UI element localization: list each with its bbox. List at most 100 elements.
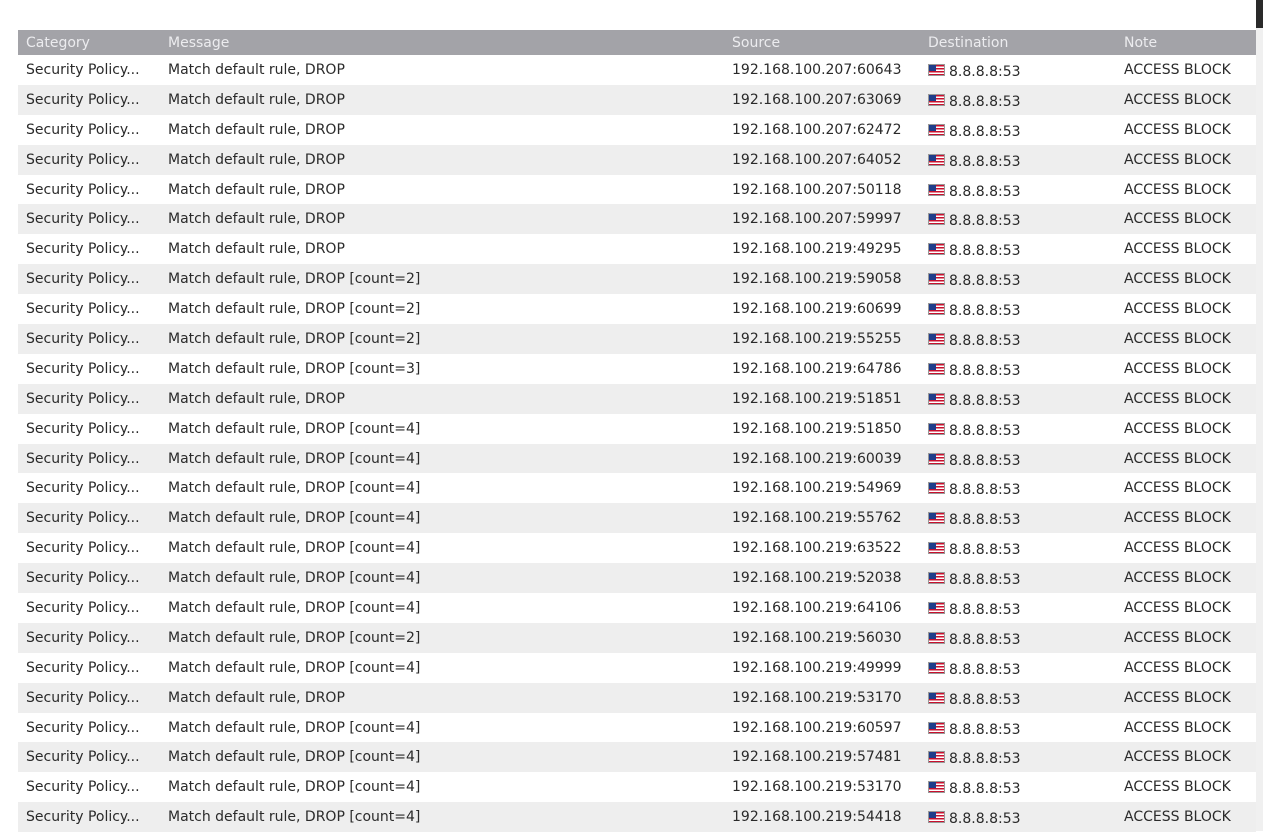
cell-message: Match default rule, DROP: [168, 390, 345, 407]
cell-destination: 8.8.8.8:53: [928, 809, 1124, 825]
column-header-note[interactable]: Note: [1124, 35, 1256, 51]
cell-source: 192.168.100.207:60643: [732, 61, 902, 78]
table-row[interactable]: Security Policy... Match default rule, DR…: [18, 772, 1256, 803]
cell-source: 192.168.100.207:62472: [732, 121, 902, 138]
cell-source: 192.168.100.207:63069: [732, 91, 902, 108]
cell-message: Match default rule, DROP [count=4]: [168, 809, 421, 826]
cell-source: 192.168.100.219:63522: [732, 540, 902, 557]
column-header-message[interactable]: Message: [166, 35, 732, 51]
cell-destination: 8.8.8.8:53: [928, 480, 1124, 496]
cell-message: Match default rule, DROP [count=2]: [168, 301, 421, 318]
table-row[interactable]: Security Policy... Match default rule, DR…: [18, 324, 1256, 354]
table-row[interactable]: Security Policy... Match default rule, DR…: [18, 652, 1256, 683]
cell-destination: 8.8.8.8:53: [928, 421, 1124, 437]
destination-address: 8.8.8.8:53: [949, 781, 1021, 796]
cell-destination: 8.8.8.8:53: [928, 570, 1124, 586]
cell-message: Match default rule, DROP [count=4]: [168, 570, 421, 587]
cell-note: ACCESS BLOCK: [1124, 779, 1231, 796]
cell-source: 192.168.100.219:59058: [732, 271, 902, 288]
cell-message: Match default rule, DROP [count=4]: [168, 450, 421, 467]
cell-category: Security Policy...: [26, 570, 140, 587]
table-row[interactable]: Security Policy... Match default rule, DR…: [18, 294, 1256, 325]
cell-destination: 8.8.8.8:53: [928, 779, 1124, 795]
table-row[interactable]: Security Policy... Match default rule, DR…: [18, 443, 1256, 474]
cell-source: 192.168.100.219:64786: [732, 360, 902, 377]
cell-category: Security Policy...: [26, 181, 140, 198]
us-flag-icon: [928, 512, 945, 525]
table-row[interactable]: Security Policy... Match default rule, DR…: [18, 383, 1256, 414]
column-header-destination[interactable]: Destination: [928, 35, 1124, 51]
cell-destination: 8.8.8.8:53: [928, 271, 1124, 287]
table-row[interactable]: Security Policy... Match default rule, DR…: [18, 503, 1256, 534]
us-flag-icon: [928, 273, 945, 286]
table-row[interactable]: Security Policy... Match default rule, DR…: [18, 55, 1256, 85]
column-header-category[interactable]: Category: [18, 35, 166, 51]
us-flag-icon: [928, 661, 945, 674]
us-flag-icon: [928, 153, 945, 166]
cell-destination: 8.8.8.8:53: [928, 62, 1124, 78]
table-row[interactable]: Security Policy... Match default rule, DR…: [18, 84, 1256, 115]
destination-address: 8.8.8.8:53: [949, 631, 1021, 646]
cell-category: Security Policy...: [26, 211, 140, 228]
destination-address: 8.8.8.8:53: [949, 482, 1021, 497]
cell-source: 192.168.100.219:54969: [732, 480, 902, 497]
cell-note: ACCESS BLOCK: [1124, 659, 1231, 676]
table-row[interactable]: Security Policy... Match default rule, DR…: [18, 622, 1256, 653]
cell-source: 192.168.100.219:49295: [732, 241, 902, 258]
destination-address: 8.8.8.8:53: [949, 392, 1021, 407]
table-row[interactable]: Security Policy... Match default rule, DR…: [18, 473, 1256, 504]
top-bar: [0, 0, 1263, 30]
us-flag-icon: [928, 303, 945, 316]
cell-message: Match default rule, DROP [count=2]: [168, 330, 421, 347]
us-flag-icon: [928, 631, 945, 644]
table-row[interactable]: Security Policy... Match default rule, DR…: [18, 114, 1256, 145]
table-row[interactable]: Security Policy... Match default rule, DR…: [18, 712, 1256, 743]
table-row[interactable]: Security Policy... Match default rule, DR…: [18, 234, 1256, 265]
cell-category: Security Policy...: [26, 330, 140, 347]
us-flag-icon: [928, 332, 945, 345]
destination-address: 8.8.8.8:53: [949, 512, 1021, 527]
cell-message: Match default rule, DROP [count=4]: [168, 719, 421, 736]
cell-message: Match default rule, DROP: [168, 689, 345, 706]
cell-source: 192.168.100.219:52038: [732, 570, 902, 587]
vertical-scrollbar[interactable]: [1256, 0, 1263, 831]
scrollbar-thumb[interactable]: [1256, 0, 1263, 28]
destination-address: 8.8.8.8:53: [949, 661, 1021, 676]
table-row[interactable]: Security Policy... Match default rule, DR…: [18, 413, 1256, 444]
cell-note: ACCESS BLOCK: [1124, 420, 1231, 437]
cell-message: Match default rule, DROP: [168, 121, 345, 138]
destination-address: 8.8.8.8:53: [949, 183, 1021, 198]
column-header-source[interactable]: Source: [732, 35, 928, 51]
destination-address: 8.8.8.8:53: [949, 721, 1021, 736]
cell-note: ACCESS BLOCK: [1124, 301, 1231, 318]
table-row[interactable]: Security Policy... Match default rule, DR…: [18, 533, 1256, 564]
table-row[interactable]: Security Policy... Match default rule, DR…: [18, 802, 1256, 832]
table-row[interactable]: Security Policy... Match default rule, DR…: [18, 204, 1256, 235]
cell-note: ACCESS BLOCK: [1124, 599, 1231, 616]
table-row[interactable]: Security Policy... Match default rule, DR…: [18, 742, 1256, 773]
table-row[interactable]: Security Policy... Match default rule, DR…: [18, 353, 1256, 384]
us-flag-icon: [928, 123, 945, 136]
cell-category: Security Policy...: [26, 480, 140, 497]
destination-address: 8.8.8.8:53: [949, 213, 1021, 228]
cell-category: Security Policy...: [26, 121, 140, 138]
cell-category: Security Policy...: [26, 779, 140, 796]
cell-source: 192.168.100.219:60597: [732, 719, 902, 736]
destination-address: 8.8.8.8:53: [949, 572, 1021, 587]
cell-category: Security Policy...: [26, 629, 140, 646]
table-row[interactable]: Security Policy... Match default rule, DR…: [18, 174, 1256, 205]
table-row[interactable]: Security Policy... Match default rule, DR…: [18, 682, 1256, 713]
cell-source: 192.168.100.219:55762: [732, 510, 902, 527]
table-row[interactable]: Security Policy... Match default rule, DR…: [18, 593, 1256, 623]
cell-message: Match default rule, DROP [count=2]: [168, 629, 421, 646]
table-row[interactable]: Security Policy... Match default rule, DR…: [18, 563, 1256, 594]
cell-message: Match default rule, DROP [count=4]: [168, 779, 421, 796]
cell-category: Security Policy...: [26, 659, 140, 676]
cell-message: Match default rule, DROP: [168, 211, 345, 228]
cell-note: ACCESS BLOCK: [1124, 390, 1231, 407]
cell-destination: 8.8.8.8:53: [928, 540, 1124, 556]
cell-destination: 8.8.8.8:53: [928, 122, 1124, 138]
table-row[interactable]: Security Policy... Match default rule, DR…: [18, 264, 1256, 295]
table-row[interactable]: Security Policy... Match default rule, DR…: [18, 144, 1256, 175]
cell-note: ACCESS BLOCK: [1124, 330, 1231, 347]
